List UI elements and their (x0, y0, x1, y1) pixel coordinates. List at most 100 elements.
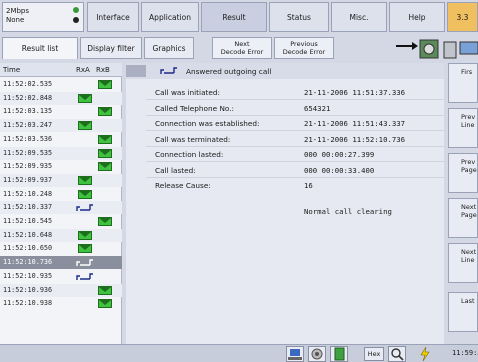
search-icon[interactable] (388, 346, 406, 362)
tab-application[interactable]: Application (141, 2, 199, 32)
list-item[interactable]: 11:52:10.545 (0, 215, 122, 228)
detail-header: Answered outgoing call (126, 63, 444, 79)
envelope-icon (78, 93, 92, 103)
timestamp: 11:52:09.937 (3, 175, 53, 184)
timestamp: 11:52:10.938 (3, 299, 53, 308)
detail-value: 21-11-2006 11:52:10.736 (304, 134, 406, 144)
timestamp: 11:52:03.135 (3, 107, 53, 116)
timestamp: 11:52:10.736 (3, 258, 53, 267)
detail-label: Release Cause: (155, 181, 211, 190)
hex-button[interactable]: Hex (364, 347, 384, 361)
detail-value: 654321 (304, 103, 331, 113)
previous-decode-error-line1: Previous (290, 40, 318, 48)
list-item[interactable]: 11:52:02.535 (0, 78, 122, 91)
envelope-icon (78, 230, 92, 240)
timestamp: 11:52:02.848 (3, 93, 53, 102)
envelope-icon (78, 121, 92, 131)
next-decode-error-line2: Decode Error (220, 48, 264, 56)
phone-call-icon (76, 259, 93, 267)
bottom-toolbar: Hex 11:59:5 (0, 344, 478, 362)
tab-result-list[interactable]: Result list (2, 37, 78, 59)
envelope-icon (98, 107, 112, 117)
list-item[interactable]: 11:52:10.936 (0, 283, 122, 297)
tab-display-filter[interactable]: Display filter (80, 37, 142, 59)
prev-page-button[interactable]: Prev Page (448, 153, 478, 193)
list-item[interactable]: 11:52:03.536 (0, 133, 122, 146)
timestamp: 11:52:03.247 (3, 121, 53, 130)
list-item[interactable]: 11:52:10.650 (0, 242, 122, 255)
document-icon[interactable] (330, 346, 348, 362)
line-mode: None (6, 16, 25, 24)
prev-line-button[interactable]: Prev Line (448, 108, 478, 148)
previous-decode-error-button[interactable]: Previous Decode Error (274, 37, 334, 59)
list-item[interactable]: 11:52:09.935 (0, 160, 122, 173)
envelope-icon (98, 285, 112, 295)
header-marker (126, 65, 146, 77)
tab-misc[interactable]: Misc. (331, 2, 387, 32)
timestamp: 11:52:02.535 (3, 80, 53, 88)
line-status-box: 2Mbps None (2, 2, 84, 32)
next-decode-error-button[interactable]: Next Decode Error (212, 37, 272, 59)
envelope-icon (98, 148, 112, 158)
timestamp: 11:52:10.648 (3, 230, 53, 239)
next-page-button[interactable]: Next Page (448, 198, 478, 238)
phone-call-icon (76, 204, 93, 212)
list-item[interactable]: 11:52:09.937 (0, 173, 122, 187)
detail-value: 16 (304, 181, 313, 190)
row-divider (146, 114, 444, 116)
col-time[interactable]: Time (3, 66, 20, 74)
detail-value: 21-11-2006 11:51:43.337 (304, 119, 406, 128)
list-item[interactable]: 11:52:03.135 (0, 105, 122, 118)
row-divider (146, 130, 444, 131)
list-item[interactable]: 11:52:10.648 (0, 228, 122, 242)
envelope-icon (98, 80, 112, 89)
network-icon[interactable] (286, 346, 304, 362)
list-item[interactable]: 11:52:10.337 (0, 201, 122, 215)
list-item[interactable]: 11:52:03.247 (0, 119, 122, 133)
detail-label: Call was initiated: (155, 88, 220, 97)
timestamp: 11:52:10.337 (3, 203, 53, 212)
list-item[interactable]: 11:52:09.535 (0, 146, 122, 160)
previous-decode-error-line2: Decode Error (282, 48, 326, 56)
row-divider (146, 99, 444, 100)
timestamp: 11:52:09.535 (3, 148, 53, 157)
detail-label: Call lasted: (155, 165, 196, 175)
list-item[interactable]: 11:52:10.938 (0, 297, 122, 310)
tab-graphics[interactable]: Graphics (144, 37, 194, 59)
col-rxa[interactable]: RxA (76, 66, 90, 74)
detail-label: Connection lasted: (155, 150, 224, 159)
phone-call-icon (76, 273, 93, 280)
next-line-button[interactable]: Next Line (448, 243, 478, 283)
list-item[interactable]: 11:52:10.736 (0, 256, 122, 270)
timestamp: 11:52:10.545 (3, 217, 53, 225)
detail-value: 21-11-2006 11:51:37.336 (304, 88, 406, 97)
status-led-dark-icon (73, 17, 79, 23)
timestamp: 11:52:10.935 (3, 271, 53, 280)
call-summary-title: Answered outgoing call (186, 67, 272, 76)
envelope-icon (98, 217, 112, 226)
last-button[interactable]: Last (448, 292, 478, 332)
tab-status[interactable]: Status (269, 2, 329, 32)
timestamp: 11:52:09.935 (3, 162, 53, 171)
envelope-icon (98, 299, 112, 309)
detail-label: Call was terminated: (155, 134, 231, 144)
result-list-panel[interactable]: Time RxA RxB 11:52:02.535 11:52:02.848 11:… (0, 63, 122, 344)
settings-icon[interactable] (308, 346, 326, 362)
first-button[interactable]: Firs (448, 63, 478, 103)
row-divider (146, 176, 444, 178)
detail-label: Connection was established: (155, 119, 260, 128)
tab-interface[interactable]: Interface (87, 2, 139, 32)
tab-result[interactable]: Result (201, 2, 267, 32)
release-cause-text: Normal call clearing (304, 207, 392, 216)
version-badge: 3.3 (447, 2, 478, 32)
list-item[interactable]: 11:52:10.935 (0, 270, 122, 283)
next-decode-error-line1: Next (234, 40, 250, 48)
connection-tools-icon[interactable] (396, 38, 478, 60)
list-item[interactable]: 11:52:02.848 (0, 91, 122, 105)
envelope-icon (78, 189, 92, 199)
list-item[interactable]: 11:52:10.248 (0, 188, 122, 201)
list-header: Time RxA RxB (0, 63, 122, 77)
tab-help[interactable]: Help (389, 2, 445, 32)
envelope-icon (98, 162, 112, 172)
col-rxb[interactable]: RxB (96, 66, 110, 74)
